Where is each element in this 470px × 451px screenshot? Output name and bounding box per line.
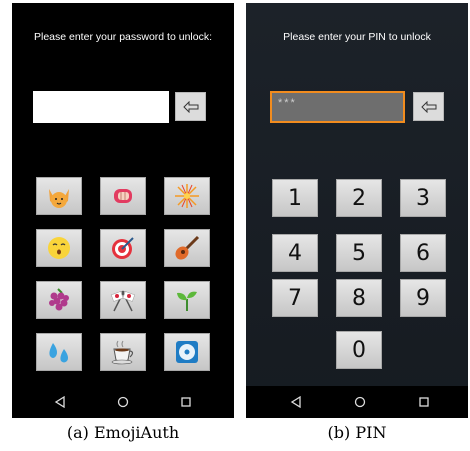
fireworks-icon	[175, 184, 199, 208]
pin-field[interactable]: ***	[270, 91, 405, 123]
emojiauth-screen: Please enter your password to unlock:	[12, 3, 234, 418]
optical-disc-icon	[176, 341, 198, 363]
emoji-key-cat[interactable]	[36, 177, 82, 215]
digit-label: 7	[288, 285, 302, 311]
emoji-key-coffee[interactable]	[100, 333, 146, 371]
backspace-arrow-icon	[182, 100, 198, 113]
emoji-key-fist[interactable]	[100, 177, 146, 215]
digit-label: 1	[288, 185, 302, 211]
back-triangle-icon	[54, 396, 65, 408]
crossed-flags-icon	[110, 290, 136, 312]
back-button[interactable]	[52, 394, 68, 410]
recents-button[interactable]	[416, 394, 432, 410]
home-button[interactable]	[352, 394, 368, 410]
pin-key-5[interactable]: 5	[336, 234, 382, 272]
home-circle-icon	[354, 396, 366, 408]
guitar-icon	[175, 235, 200, 260]
emoji-key-hushed[interactable]	[36, 229, 82, 267]
caption-pin: (b) PIN	[327, 423, 387, 442]
digit-label: 5	[352, 240, 366, 266]
digit-label: 0	[352, 337, 366, 363]
emoji-key-fireworks[interactable]	[164, 177, 210, 215]
pin-key-1[interactable]: 1	[272, 179, 318, 217]
backspace-button[interactable]	[413, 92, 444, 121]
pin-key-4[interactable]: 4	[272, 234, 318, 272]
hot-beverage-icon	[111, 340, 134, 365]
splashing-sweat-icon	[49, 343, 68, 363]
pin-key-3[interactable]: 3	[400, 179, 446, 217]
pin-key-6[interactable]: 6	[400, 234, 446, 272]
emoji-key-flags[interactable]	[100, 281, 146, 319]
grapes-icon	[49, 288, 69, 311]
pin-key-9[interactable]: 9	[400, 279, 446, 317]
emoji-key-grapes[interactable]	[36, 281, 82, 319]
recents-square-icon	[419, 397, 429, 407]
digit-label: 6	[416, 240, 430, 266]
digit-label: 9	[416, 285, 430, 311]
seedling-icon	[177, 291, 197, 311]
pin-key-2[interactable]: 2	[336, 179, 382, 217]
back-button[interactable]	[288, 394, 304, 410]
back-triangle-icon	[290, 396, 301, 408]
emoji-key-guitar[interactable]	[164, 229, 210, 267]
home-circle-icon	[117, 396, 129, 408]
pin-key-0[interactable]: 0	[336, 331, 382, 369]
password-prompt: Please enter your password to unlock:	[33, 31, 212, 43]
hushed-face-icon	[48, 237, 70, 259]
pin-prompt: Please enter your PIN to unlock	[283, 31, 431, 43]
nav-bar	[246, 386, 468, 418]
nav-bar	[12, 386, 234, 418]
digit-label: 3	[416, 185, 430, 211]
digit-label: 4	[288, 240, 302, 266]
pin-key-8[interactable]: 8	[336, 279, 382, 317]
recents-square-icon	[181, 397, 191, 407]
caption-emojiauth: (a) EmojiAuth	[66, 423, 180, 442]
backspace-button[interactable]	[175, 92, 206, 121]
emoji-key-disc[interactable]	[164, 333, 210, 371]
emoji-key-seedling[interactable]	[164, 281, 210, 319]
digit-label: 2	[352, 185, 366, 211]
direct-hit-icon	[112, 237, 134, 259]
emoji-key-sweat[interactable]	[36, 333, 82, 371]
fisted-hand-icon	[114, 189, 132, 203]
recents-button[interactable]	[178, 394, 194, 410]
digit-label: 8	[352, 285, 366, 311]
emoji-key-target[interactable]	[100, 229, 146, 267]
backspace-arrow-icon	[420, 100, 436, 113]
cat-face-icon	[49, 189, 69, 208]
password-field[interactable]	[33, 91, 169, 123]
home-button[interactable]	[115, 394, 131, 410]
pin-screen: Please enter your PIN to unlock *** 1 2 …	[246, 3, 468, 418]
pin-key-7[interactable]: 7	[272, 279, 318, 317]
